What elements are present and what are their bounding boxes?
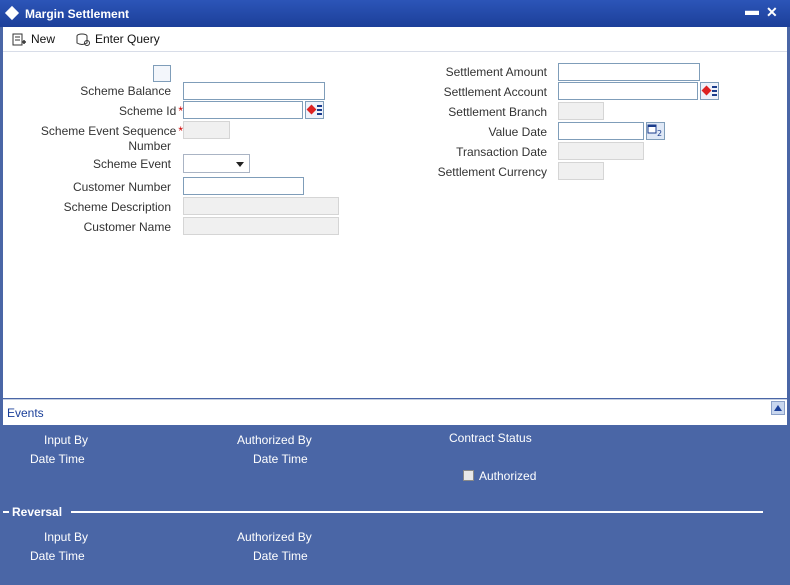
contract-status-label: Contract Status xyxy=(449,431,532,445)
reversal-divider-left xyxy=(3,511,9,513)
reversal-authorized-by-label: Authorized By xyxy=(237,530,312,544)
reversal-date-time-label: Date Time xyxy=(30,549,85,563)
margin-settlement-window: Margin Settlement ▬ ✕ New Enter Query Sc… xyxy=(0,0,790,585)
events-link[interactable]: Events xyxy=(7,406,44,420)
enter-query-icon xyxy=(76,33,90,46)
customer-name-label: Customer Name xyxy=(83,220,171,234)
transaction-date-field[interactable] xyxy=(558,142,644,160)
scheme-id-label: Scheme Id * xyxy=(118,104,183,118)
scheme-event-select[interactable] xyxy=(183,154,250,173)
scheme-description-field[interactable] xyxy=(183,197,339,215)
settlement-amount-label: Settlement Amount xyxy=(445,65,547,79)
customer-number-field[interactable] xyxy=(183,177,304,195)
new-label: New xyxy=(31,32,56,46)
input-by-label: Input By xyxy=(44,433,89,447)
close-button[interactable]: ✕ xyxy=(766,4,778,21)
window-diamond-icon xyxy=(4,5,20,21)
title-bar: Margin Settlement ▬ ✕ xyxy=(0,0,790,27)
scheme-event-seq-label: Scheme Event Sequence * xyxy=(40,124,183,138)
value-date-field[interactable] xyxy=(558,122,644,140)
window-title: Margin Settlement xyxy=(25,7,130,21)
dropdown-caret-icon xyxy=(236,162,244,167)
minimize-button[interactable]: ▬ xyxy=(745,2,759,18)
reversal-heading: Reversal xyxy=(12,505,63,519)
scheme-id-lov-icon[interactable] xyxy=(305,101,324,119)
settlement-account-lov-icon[interactable] xyxy=(700,82,719,100)
reversal-auth-date-time-label: Date Time xyxy=(253,549,308,563)
settlement-account-label: Settlement Account xyxy=(443,85,547,99)
date-time-label: Date Time xyxy=(30,452,85,466)
scheme-event-seq-label-2: Number xyxy=(128,139,171,153)
new-button[interactable]: New xyxy=(12,30,55,48)
events-bar: Events xyxy=(3,399,787,425)
toolbar: New Enter Query xyxy=(3,27,787,52)
settlement-branch-label: Settlement Branch xyxy=(448,105,547,119)
enter-query-button[interactable]: Enter Query xyxy=(76,30,160,48)
scheme-event-seq-field[interactable] xyxy=(183,121,230,139)
fields-option-button[interactable] xyxy=(153,65,171,82)
auth-date-time-label: Date Time xyxy=(253,452,308,466)
main-form: Scheme Balance Scheme Id * Scheme Event S… xyxy=(3,52,787,398)
transaction-date-label: Transaction Date xyxy=(456,145,547,159)
svg-text:2: 2 xyxy=(657,129,662,137)
new-icon xyxy=(12,33,26,46)
scheme-balance-field[interactable] xyxy=(183,82,325,100)
audit-footer: Input By Date Time Authorized By Date Ti… xyxy=(3,425,787,581)
calendar-icon[interactable]: 2 xyxy=(646,122,665,140)
authorized-checkbox[interactable] xyxy=(463,470,474,481)
settlement-account-field[interactable] xyxy=(558,82,698,100)
scheme-balance-label: Scheme Balance xyxy=(80,84,171,98)
reversal-input-by-label: Input By xyxy=(44,530,89,544)
scheme-id-field[interactable] xyxy=(183,101,303,119)
customer-number-label: Customer Number xyxy=(72,180,171,194)
customer-name-field[interactable] xyxy=(183,217,339,235)
reversal-divider xyxy=(71,511,763,513)
settlement-currency-label: Settlement Currency xyxy=(437,165,547,179)
settlement-branch-field[interactable] xyxy=(558,102,604,120)
settlement-amount-field[interactable] xyxy=(558,63,700,81)
scheme-description-label: Scheme Description xyxy=(63,200,171,214)
value-date-label: Value Date xyxy=(488,125,547,139)
authorized-by-label: Authorized By xyxy=(237,433,312,447)
enter-query-label: Enter Query xyxy=(95,32,160,46)
authorized-label: Authorized xyxy=(479,469,537,483)
settlement-currency-field[interactable] xyxy=(558,162,604,180)
scheme-event-label: Scheme Event xyxy=(92,157,171,171)
collapse-up-icon[interactable] xyxy=(771,401,785,415)
